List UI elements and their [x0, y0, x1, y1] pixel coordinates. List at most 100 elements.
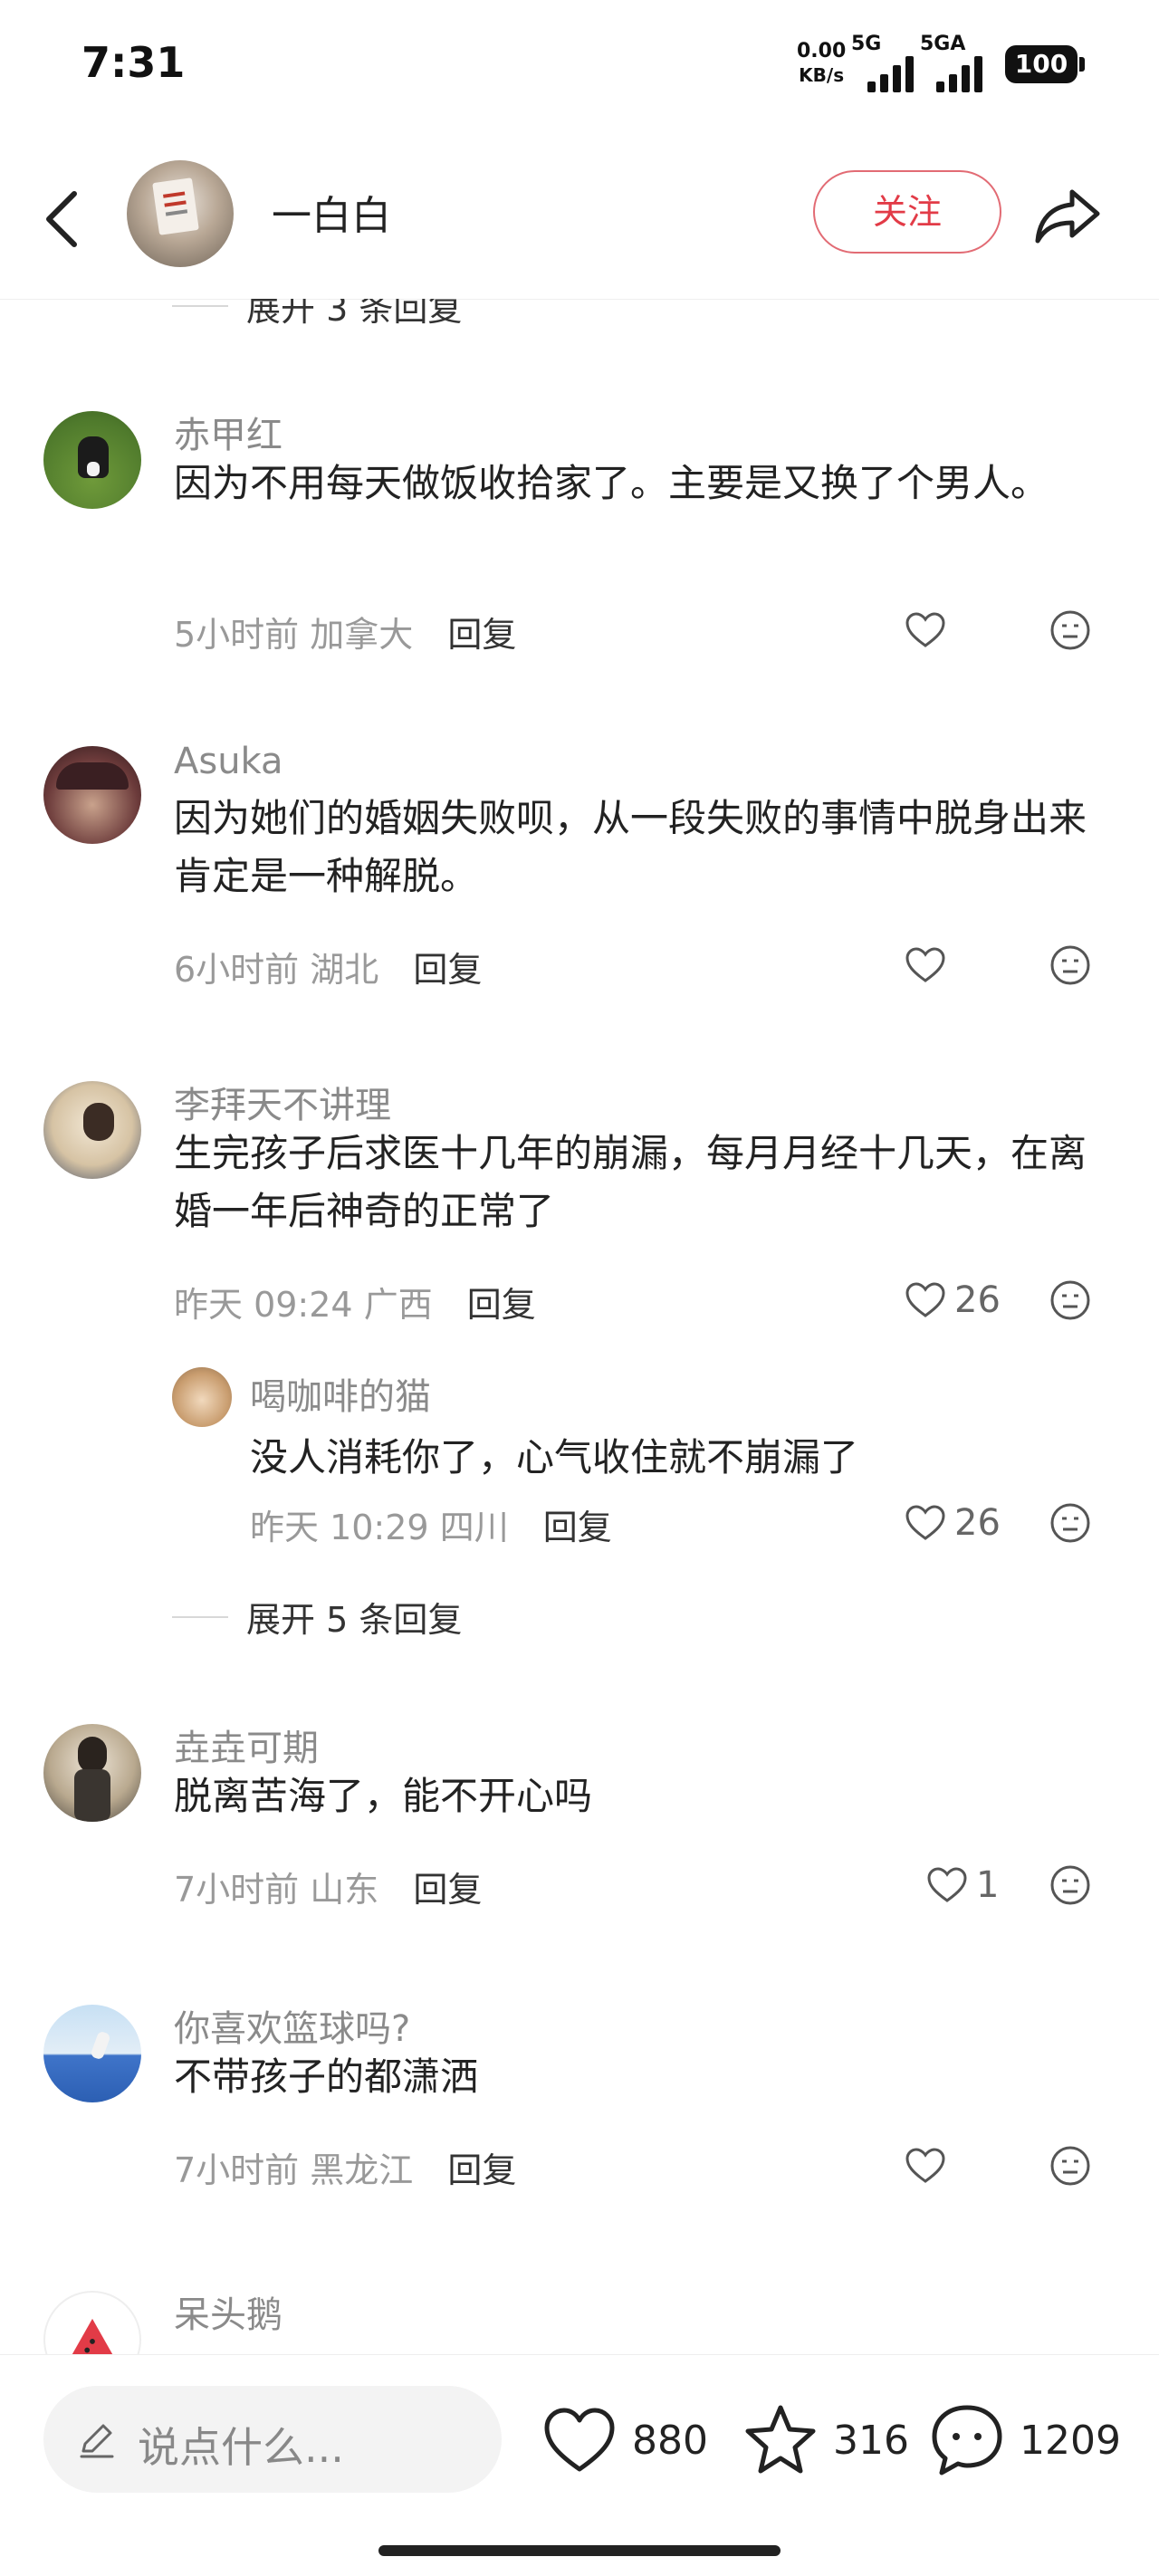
star-icon: [745, 2405, 816, 2474]
expand-replies-label: 展开 5 条回复: [246, 1600, 463, 1640]
comment-meta: 7小时前 山东 回复: [174, 1862, 482, 1911]
dislike-emoji-icon[interactable]: [1049, 1278, 1092, 1322]
comment-location: 加拿大: [310, 615, 414, 655]
like-button[interactable]: [904, 603, 954, 657]
dislike-emoji-icon[interactable]: [1049, 943, 1092, 987]
heart-icon: [905, 2148, 945, 2183]
signal-5ga-label: 5GA: [920, 33, 966, 55]
comment-location: 湖北: [310, 950, 379, 990]
comment-username[interactable]: 呆头鹅: [174, 2285, 283, 2338]
like-post-button[interactable]: 880: [540, 2395, 708, 2485]
pencil-icon: [80, 2424, 114, 2458]
status-bar: 7:31 0.00 KB/s 5G 5GA 100: [0, 0, 1159, 136]
heart-icon: [905, 1282, 945, 1317]
heart-icon: [905, 1505, 945, 1540]
battery-indicator: 100: [1005, 45, 1085, 83]
heart-icon: [905, 947, 945, 982]
comment-meta: 6小时前 湖北 回复: [174, 942, 482, 991]
like-button[interactable]: [904, 2139, 954, 2193]
expand-replies-button[interactable]: 展开 3 条回复: [172, 299, 462, 330]
status-time: 7:31: [81, 38, 186, 87]
avatar[interactable]: [43, 1724, 141, 1822]
reply-username[interactable]: 喝咖啡的猫: [250, 1367, 431, 1420]
header: 一白白 关注: [0, 136, 1159, 300]
heart-icon: [927, 1867, 967, 1902]
comment-text[interactable]: 因为她们的婚姻失败呗，从一段失败的事情中脱身出来肯定是一种解脱。: [174, 790, 1116, 905]
reply-button[interactable]: 回复: [447, 615, 516, 655]
signal-5g-label: 5G: [851, 33, 882, 55]
comment-time: 5小时前: [174, 615, 300, 655]
dislike-emoji-icon[interactable]: [1049, 1863, 1092, 1907]
reply-button[interactable]: 回复: [543, 1508, 612, 1547]
comment-username[interactable]: 你喜欢篮球吗?: [174, 1999, 410, 2052]
comments-button[interactable]: 1209: [927, 2395, 1121, 2485]
dislike-emoji-icon[interactable]: [1049, 608, 1092, 652]
favorite-button[interactable]: 316: [741, 2395, 909, 2485]
comment-time: 6小时前: [174, 950, 300, 990]
comment-list[interactable]: 展开 3 条回复 赤甲红 因为不用每天做饭收拾家了。主要是又换了个男人。 5小时…: [0, 299, 1159, 2354]
comment-meta: 5小时前 加拿大 回复: [174, 607, 516, 656]
author-name[interactable]: 一白白: [272, 183, 391, 241]
bottom-action-bar: 说点什么... 880 316 1209: [0, 2354, 1159, 2576]
comment-time: 7小时前: [174, 2150, 300, 2190]
comment-username[interactable]: 李拜天不讲理: [174, 1076, 391, 1128]
share-icon[interactable]: [1032, 179, 1105, 252]
avatar[interactable]: [43, 2291, 141, 2354]
reply-time: 昨天 10:29: [250, 1508, 429, 1547]
reply-meta: 昨天 10:29 四川 回复: [250, 1499, 612, 1549]
comment-username[interactable]: 垚垚可期: [174, 1719, 319, 1771]
follow-button[interactable]: 关注: [813, 170, 1001, 254]
like-count: 26: [954, 1502, 1001, 1544]
comment-time: 7小时前: [174, 1870, 300, 1910]
comment-meta: 7小时前 黑龙江 回复: [174, 2142, 516, 2192]
comment-bubble-icon: [932, 2405, 1002, 2475]
heart-icon: [544, 2408, 615, 2472]
comment-location: 山东: [310, 1870, 379, 1910]
comment-input[interactable]: 说点什么...: [43, 2386, 502, 2493]
dislike-emoji-icon[interactable]: [1049, 1501, 1092, 1545]
heart-icon: [905, 612, 945, 647]
watermelon-icon: [72, 2318, 113, 2354]
expand-replies-label: 展开 3 条回复: [246, 299, 463, 329]
comment-count: 1209: [1020, 2417, 1121, 2464]
reply-button[interactable]: 回复: [447, 2150, 516, 2190]
post-like-count: 880: [632, 2417, 708, 2464]
comment-text[interactable]: 脱离苦海了，能不开心吗: [174, 1767, 1116, 1825]
favorite-count: 316: [833, 2417, 909, 2464]
back-arrow-icon[interactable]: [36, 183, 91, 255]
comment-location: 黑龙江: [310, 2150, 414, 2190]
author-avatar[interactable]: [127, 160, 234, 267]
comment-username[interactable]: Asuka: [174, 741, 283, 782]
network-speed-unit: KB/s: [799, 64, 845, 86]
reply-button[interactable]: 回复: [413, 1870, 482, 1910]
expand-replies-button[interactable]: 展开 5 条回复: [172, 1592, 462, 1642]
like-button[interactable]: 1: [925, 1858, 999, 1912]
reply-location: 四川: [439, 1508, 509, 1547]
network-speed: 0.00 KB/s: [797, 40, 846, 87]
avatar[interactable]: [43, 411, 141, 509]
like-count: 26: [954, 1279, 1001, 1321]
reply-button[interactable]: 回复: [413, 950, 482, 990]
comment-time: 昨天 09:24: [174, 1285, 353, 1325]
like-button[interactable]: [904, 938, 954, 992]
dislike-emoji-icon[interactable]: [1049, 2144, 1092, 2188]
avatar[interactable]: [43, 1081, 141, 1179]
like-button[interactable]: 26: [904, 1496, 1001, 1550]
signal-bars-icon: [936, 54, 991, 92]
comment-input-placeholder: 说点什么...: [138, 2423, 344, 2472]
like-count: 1: [976, 1864, 1000, 1906]
avatar[interactable]: [43, 746, 141, 844]
avatar[interactable]: [43, 2005, 141, 2102]
like-button[interactable]: 26: [904, 1273, 1001, 1327]
comment-location: 广西: [363, 1285, 433, 1325]
reply-button[interactable]: 回复: [467, 1285, 536, 1325]
comment-text[interactable]: 因为不用每天做饭收拾家了。主要是又换了个男人。: [174, 455, 1116, 512]
comment-text[interactable]: 不带孩子的都潇洒: [174, 2048, 1116, 2106]
comment-meta: 昨天 09:24 广西 回复: [174, 1277, 536, 1326]
comment-username[interactable]: 赤甲红: [174, 406, 283, 458]
reply-avatar[interactable]: [172, 1367, 232, 1427]
home-indicator[interactable]: [378, 2545, 781, 2556]
comment-text[interactable]: 生完孩子后求医十几年的崩漏，每月月经十几天，在离婚一年后神奇的正常了: [174, 1125, 1116, 1240]
reply-text[interactable]: 没人消耗你了，心气收住就不崩漏了: [250, 1427, 858, 1482]
signal-bars-icon: [867, 54, 922, 92]
